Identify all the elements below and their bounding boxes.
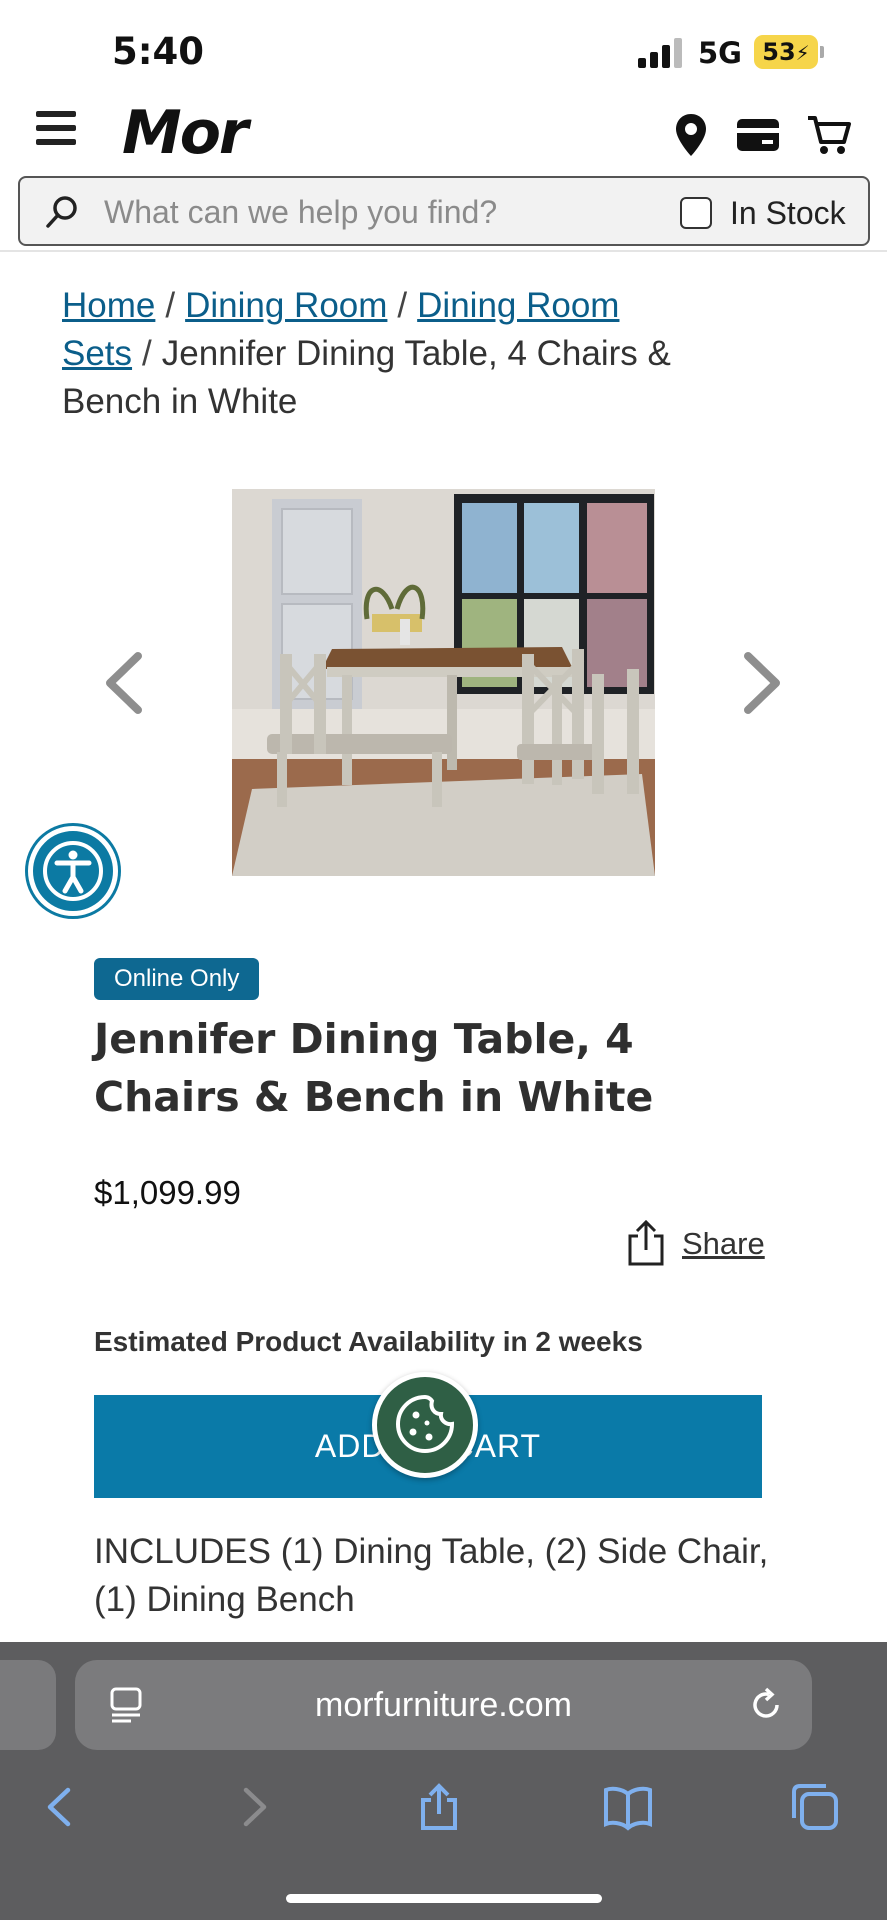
reload-icon[interactable] [747, 1686, 785, 1724]
includes-text: INCLUDES (1) Dining Table, (2) Side Chai… [94, 1532, 769, 1619]
share-icon [628, 1219, 664, 1266]
cookie-settings-button[interactable] [372, 1372, 478, 1478]
chevron-right-icon[interactable] [740, 650, 786, 716]
cart-icon[interactable] [806, 114, 852, 156]
header-divider [0, 250, 887, 252]
search-bar: In Stock [18, 176, 870, 246]
browser-toolbar: morfurniture.com [0, 1642, 887, 1920]
online-only-badge: Online Only [94, 958, 260, 1000]
breadcrumb-current: Jennifer Dining Table, 4 Chairs & Bench … [62, 334, 671, 421]
previous-tab-preview[interactable] [0, 1660, 56, 1750]
accessibility-button[interactable] [28, 826, 118, 916]
signal-icon [638, 38, 682, 68]
product-title: Jennifer Dining Table, 4 Chairs & Bench … [94, 1015, 654, 1121]
in-stock-label[interactable]: In Stock [730, 195, 846, 232]
availability-text: Estimated Product Availability in 2 week… [94, 1326, 643, 1357]
breadcrumb-link-dining-room[interactable]: Dining Room [185, 286, 387, 325]
location-pin-icon[interactable] [674, 112, 708, 158]
accessibility-icon [43, 841, 103, 901]
in-stock-checkbox[interactable] [680, 197, 712, 229]
home-indicator [286, 1894, 602, 1903]
battery-level: 53 [762, 38, 796, 66]
site-header: Mor [0, 98, 887, 176]
status-bar: 5:40 5G 53⚡ [0, 0, 887, 100]
network-label: 5G [698, 36, 742, 70]
cookie-icon [395, 1394, 455, 1454]
breadcrumb: Home / Dining Room / Dining Room Sets / Jennif… [62, 286, 671, 421]
forward-icon[interactable] [228, 1782, 278, 1832]
breadcrumb-link-home[interactable]: Home [62, 286, 155, 325]
tabs-icon[interactable] [790, 1782, 840, 1832]
search-input[interactable] [104, 194, 664, 230]
product-image[interactable] [232, 489, 655, 876]
menu-icon[interactable] [36, 111, 76, 145]
bookmarks-icon[interactable] [603, 1782, 653, 1832]
share-page-icon[interactable] [414, 1782, 464, 1832]
product-price: $1,099.99 [94, 1174, 241, 1211]
search-icon[interactable] [44, 194, 80, 230]
logo[interactable]: Mor [122, 98, 249, 168]
share-label[interactable]: Share [682, 1226, 765, 1262]
battery-icon: 53⚡ [754, 35, 818, 69]
back-icon[interactable] [36, 1782, 86, 1832]
url-text[interactable]: morfurniture.com [75, 1660, 812, 1750]
address-bar[interactable]: morfurniture.com [75, 1660, 812, 1750]
credit-card-icon[interactable] [736, 118, 780, 152]
status-time: 5:40 [112, 30, 205, 73]
share-button[interactable]: Share [624, 1218, 765, 1268]
chevron-left-icon[interactable] [100, 650, 146, 716]
